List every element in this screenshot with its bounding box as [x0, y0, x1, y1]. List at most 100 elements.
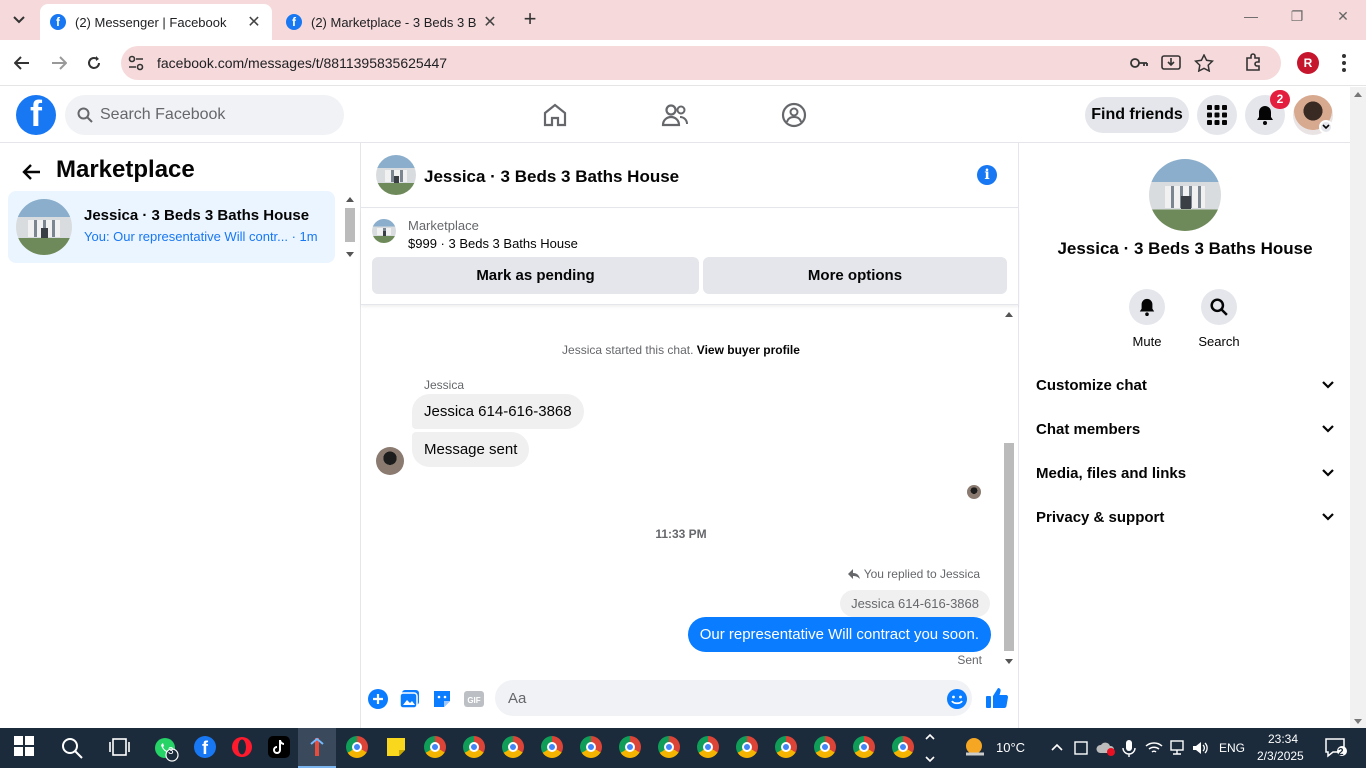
wifi-icon[interactable] — [1145, 739, 1163, 757]
extensions-icon[interactable] — [1244, 52, 1264, 71]
list-item[interactable]: Jessica · 3 Beds 3 Baths House You: Our … — [8, 191, 335, 263]
tab-search-chevron-icon[interactable] — [6, 8, 32, 32]
chat-info-panel: Jessica · 3 Beds 3 Baths House Mute Sear… — [1020, 143, 1350, 728]
find-friends-button[interactable]: Find friends — [1085, 97, 1189, 133]
install-app-icon[interactable] — [1161, 54, 1181, 72]
chrome-icon[interactable] — [775, 736, 799, 760]
conversation-preview: You: Our representative Will contr... · … — [84, 229, 318, 244]
seen-avatar — [967, 485, 981, 499]
facebook-logo-icon[interactable]: f — [16, 95, 56, 135]
chrome-icon[interactable] — [619, 736, 643, 760]
key-icon[interactable] — [1129, 54, 1149, 72]
back-button[interactable] — [10, 51, 34, 75]
media-files-links-section[interactable]: Media, files and links — [1028, 451, 1342, 495]
more-options-button[interactable]: More options — [703, 257, 1007, 294]
chrome-icon[interactable] — [697, 736, 721, 760]
browser-menu-icon[interactable] — [1334, 52, 1354, 74]
taskbar-overflow-icon[interactable] — [924, 730, 938, 763]
list-scrollbar[interactable] — [343, 193, 357, 261]
chrome-icon[interactable] — [463, 736, 487, 760]
search-in-chat-button[interactable]: Search — [1189, 289, 1249, 349]
listing-title[interactable]: $999 · 3 Beds 3 Baths House — [408, 236, 578, 251]
close-window-button[interactable]: ✕ — [1320, 8, 1366, 32]
sender-name: Jessica — [424, 378, 465, 392]
bookmark-star-icon[interactable] — [1194, 54, 1214, 72]
volume-icon[interactable] — [1191, 739, 1209, 757]
customize-chat-section[interactable]: Customize chat — [1028, 363, 1342, 407]
thread-scrollbar[interactable] — [1001, 308, 1017, 668]
close-tab-icon[interactable]: ✕ — [246, 12, 262, 32]
action-label: Mute — [1132, 334, 1162, 349]
chrome-icon[interactable] — [658, 736, 682, 760]
groups-icon[interactable] — [780, 101, 808, 129]
sender-avatar[interactable] — [376, 447, 404, 475]
outgoing-message[interactable]: Our representative Will contract you soo… — [687, 617, 991, 652]
chrome-icon[interactable] — [580, 736, 604, 760]
emoji-icon[interactable] — [946, 688, 968, 710]
view-buyer-profile-link[interactable]: View buyer profile — [697, 343, 800, 357]
tiktok-icon[interactable] — [268, 736, 292, 760]
restore-button[interactable]: ❐ — [1274, 8, 1320, 32]
friends-icon[interactable] — [661, 101, 689, 129]
clock-time[interactable]: 23:34 — [1268, 732, 1298, 746]
weather-temp[interactable]: 10°C — [996, 740, 1025, 755]
address-bar[interactable]: facebook.com/messages/t/8811395835625447 — [121, 46, 1281, 80]
chat-title[interactable]: Jessica · 3 Beds 3 Baths House — [424, 167, 679, 187]
facebook-search-input[interactable]: Search Facebook — [65, 95, 344, 135]
show-hidden-icons-icon[interactable] — [1048, 739, 1066, 757]
chat-members-section[interactable]: Chat members — [1028, 407, 1342, 451]
chrome-icon[interactable] — [424, 736, 448, 760]
chrome-icon[interactable] — [814, 736, 838, 760]
facebook-app-icon[interactable]: f — [194, 736, 218, 760]
opera-icon[interactable] — [231, 736, 255, 760]
chrome-profile-icon[interactable] — [346, 736, 370, 760]
sticker-icon[interactable] — [431, 688, 453, 710]
thumbs-up-icon[interactable] — [985, 686, 1009, 710]
chrome-icon[interactable] — [541, 736, 565, 760]
clock-date[interactable]: 2/3/2025 — [1257, 749, 1304, 763]
info-icon[interactable]: i — [977, 165, 997, 185]
minimize-button[interactable]: — — [1228, 8, 1274, 32]
privacy-support-section[interactable]: Privacy & support — [1028, 495, 1342, 539]
listing-thumbnail[interactable] — [372, 219, 396, 243]
network-icon[interactable] — [1168, 739, 1186, 757]
pinned-app-icon[interactable] — [306, 736, 330, 760]
sticky-notes-icon[interactable] — [385, 736, 409, 760]
page-scrollbar[interactable] — [1350, 87, 1366, 728]
windows-start-icon[interactable] — [14, 736, 38, 760]
plus-circle-icon[interactable] — [367, 688, 389, 710]
home-icon[interactable] — [541, 101, 569, 129]
back-arrow-icon[interactable] — [20, 160, 44, 184]
site-settings-icon[interactable] — [127, 54, 145, 72]
close-tab-icon[interactable]: ✕ — [482, 12, 498, 32]
tab-marketplace[interactable]: f (2) Marketplace - 3 Beds 3 Bath ✕ — [276, 4, 508, 40]
weather-icon[interactable] — [962, 736, 986, 760]
forward-button[interactable] — [47, 51, 71, 75]
tab-messenger[interactable]: f (2) Messenger | Facebook ✕ — [40, 4, 272, 40]
chrome-icon[interactable] — [892, 736, 916, 760]
listing-thumbnail[interactable] — [376, 155, 416, 195]
task-view-icon[interactable] — [108, 736, 132, 760]
onedrive-icon[interactable] — [1096, 739, 1115, 757]
chrome-icon[interactable] — [853, 736, 877, 760]
listing-thumbnail[interactable] — [1149, 159, 1221, 231]
input-language[interactable]: ENG — [1219, 741, 1245, 755]
chrome-icon[interactable] — [736, 736, 760, 760]
search-icon[interactable] — [60, 736, 84, 760]
account-chevron-icon[interactable] — [1319, 120, 1333, 134]
message-input[interactable] — [495, 680, 972, 716]
quoted-message[interactable]: Jessica 614-616-3868 — [840, 590, 990, 617]
microphone-icon[interactable] — [1120, 739, 1138, 757]
gif-icon[interactable]: GIF — [463, 688, 485, 710]
reload-button[interactable] — [82, 51, 106, 75]
device-icon[interactable] — [1072, 739, 1090, 757]
new-tab-button[interactable]: + — [518, 8, 542, 32]
incoming-message[interactable]: Jessica 614-616-3868 — [412, 394, 584, 429]
mark-as-pending-button[interactable]: Mark as pending — [372, 257, 699, 294]
browser-profile-avatar[interactable]: R — [1297, 52, 1319, 74]
incoming-message[interactable]: Message sent — [412, 432, 530, 467]
chrome-icon[interactable] — [502, 736, 526, 760]
photo-icon[interactable] — [399, 688, 421, 710]
mute-button[interactable]: Mute — [1117, 289, 1177, 349]
menu-grid-icon[interactable] — [1197, 95, 1237, 135]
